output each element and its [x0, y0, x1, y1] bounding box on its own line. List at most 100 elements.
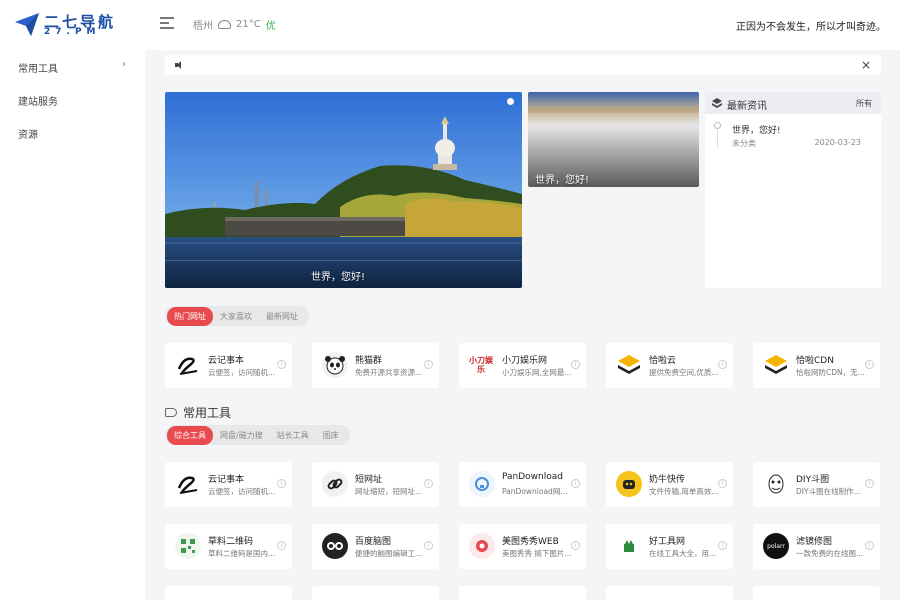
info-icon[interactable]: i: [424, 479, 433, 488]
site-description: PanDownload网...: [502, 487, 568, 496]
site-description: 云便签，访问随机...: [208, 368, 276, 377]
info-icon[interactable]: i: [718, 360, 727, 369]
meitu-icon: [469, 533, 495, 559]
link-icon: [322, 471, 348, 497]
hot-tabs: 热门网址 大家喜欢 最新网址: [165, 306, 309, 326]
timeline-line: [717, 128, 718, 148]
site-card[interactable]: 恰啦CDN 恰啦网防CDN，无... i: [753, 343, 880, 388]
site-name: 云记事本: [208, 475, 245, 485]
site-card[interactable]: 云记事本 云便签，访问随机... i: [165, 462, 292, 507]
banner-image: [165, 92, 522, 288]
news-header: 最新资讯 所有: [705, 92, 881, 114]
site-name: 好工具网: [649, 537, 686, 547]
news-title: 最新资讯: [727, 101, 767, 112]
site-description: 在线工具大全，用...: [649, 549, 717, 558]
sidebar-item-site-services[interactable]: 建站服务: [18, 93, 58, 108]
site-card[interactable]: 好工具网 在线工具大全，用... i: [606, 524, 733, 569]
info-icon[interactable]: i: [424, 541, 433, 550]
layers-icon: [616, 352, 642, 378]
info-icon[interactable]: i: [571, 541, 580, 550]
news-item-title[interactable]: 世界，您好!: [732, 123, 781, 136]
sidebar-item-resources[interactable]: 资源: [18, 126, 38, 141]
section-title-text: 常用工具: [183, 406, 232, 420]
tab-general-tools[interactable]: 综合工具: [167, 425, 213, 445]
site-card[interactable]: 奶牛快传 文件传输,简单高效... i: [606, 462, 733, 507]
site-card[interactable]: 小刀娱乐 小刀娱乐网 小刀娱乐网,全网最... i: [459, 343, 586, 388]
site-card[interactable]: 云记事本 云便签，访问随机... i: [165, 343, 292, 388]
site-card[interactable]: 百度脑图 便捷的脑图编辑工... i: [312, 524, 439, 569]
site-name: 恰啦云: [649, 356, 677, 366]
site-name: 熊猫群: [355, 356, 383, 366]
info-icon[interactable]: i: [277, 360, 286, 369]
tab-image-hosting[interactable]: 图床: [316, 426, 346, 445]
site-description: 提供免费空间,优质...: [649, 368, 719, 377]
tab-hot-sites[interactable]: 热门网址: [167, 306, 213, 326]
site-description: 云便签，访问随机...: [208, 487, 276, 496]
site-name: 草料二维码: [208, 537, 254, 547]
tab-cloud-magnet-search[interactable]: 网盘/磁力搜: [213, 426, 270, 445]
notice-bar: ×: [165, 55, 881, 75]
info-icon[interactable]: i: [571, 360, 580, 369]
header-motto: 正因为不会发生，所以才叫奇迹。: [736, 22, 886, 33]
banner-main-slide[interactable]: 世界，您好!: [165, 92, 522, 288]
site-description: 免费开源共享资源...: [355, 368, 423, 377]
tab-latest[interactable]: 最新网址: [259, 307, 305, 326]
info-icon[interactable]: i: [865, 360, 874, 369]
site-name: 滤镜修图: [796, 537, 833, 547]
slide-indicator[interactable]: [507, 98, 514, 105]
menu-toggle-icon[interactable]: [160, 17, 174, 31]
banner-main-caption: 世界，您好!: [311, 272, 366, 283]
info-icon[interactable]: i: [865, 479, 874, 488]
info-icon[interactable]: i: [277, 541, 286, 550]
site-card[interactable]: 短网址 网址缩短，短网址... i: [312, 462, 439, 507]
site-card[interactable]: [165, 586, 292, 600]
doutu-icon: [763, 471, 789, 497]
site-card[interactable]: PanDownload PanDownload网... i: [459, 462, 586, 507]
site-card[interactable]: DIY斗图 DIY斗图在线制作... i: [753, 462, 880, 507]
site-logo[interactable]: 二七导航 27.PM: [14, 10, 126, 40]
site-name: 短网址: [355, 475, 383, 485]
site-card[interactable]: [753, 586, 880, 600]
info-icon[interactable]: i: [571, 479, 580, 488]
panda-icon: [322, 352, 348, 378]
weather-widget[interactable]: 梧州 21°C 优: [193, 17, 276, 32]
site-card[interactable]: 美图秀秀WEB 美图秀秀 搞下图片... i: [459, 524, 586, 569]
site-card[interactable]: [606, 586, 733, 600]
tab-popular[interactable]: 大家喜欢: [213, 307, 259, 326]
news-item-date: 2020-03-23: [814, 138, 862, 147]
site-description: 文件传输,简单高效...: [649, 487, 719, 496]
site-card[interactable]: [312, 586, 439, 600]
polarr-icon: polarr: [763, 533, 789, 559]
paper-plane-icon: [15, 13, 39, 36]
info-icon[interactable]: i: [277, 479, 286, 488]
close-icon[interactable]: ×: [861, 58, 871, 72]
site-description: 一款免费的在线图...: [796, 549, 864, 558]
site-name: 百度脑图: [355, 537, 392, 547]
banner-side-slide[interactable]: 世界，您好!: [528, 92, 699, 187]
news-item-category[interactable]: 未分类: [732, 138, 756, 149]
site-card[interactable]: polarr 滤镜修图 一款免费的在线图... i: [753, 524, 880, 569]
site-card[interactable]: 恰啦云 提供免费空间,优质... i: [606, 343, 733, 388]
site-description: 美图秀秀 搞下图片...: [502, 549, 572, 558]
qrcode-icon: [175, 533, 201, 559]
logo-subtitle: 27.PM: [44, 27, 101, 37]
site-description: 网址缩短，短网址...: [355, 487, 423, 496]
xiaodao-icon: 小刀娱乐: [469, 356, 493, 374]
weather-city: 梧州: [193, 21, 213, 32]
info-icon[interactable]: i: [424, 360, 433, 369]
site-description: 便捷的脑图编辑工...: [355, 549, 423, 558]
timeline-dot: [714, 122, 721, 129]
info-icon[interactable]: i: [718, 541, 727, 550]
info-icon[interactable]: i: [718, 479, 727, 488]
site-description: 草料二维码是国内...: [208, 549, 276, 558]
info-icon[interactable]: i: [865, 541, 874, 550]
chevron-right-icon[interactable]: ›: [122, 59, 126, 70]
sidebar-item-common-tools[interactable]: 常用工具: [18, 60, 58, 75]
site-card[interactable]: 熊猫群 免费开源共享资源... i: [312, 343, 439, 388]
site-name: 美图秀秀WEB: [502, 537, 559, 547]
news-all-link[interactable]: 所有: [856, 98, 872, 109]
site-card[interactable]: 草料二维码 草料二维码是国内... i: [165, 524, 292, 569]
site-card[interactable]: [459, 586, 586, 600]
tools-icon: [616, 533, 642, 559]
tab-webmaster-tools[interactable]: 站长工具: [270, 426, 316, 445]
